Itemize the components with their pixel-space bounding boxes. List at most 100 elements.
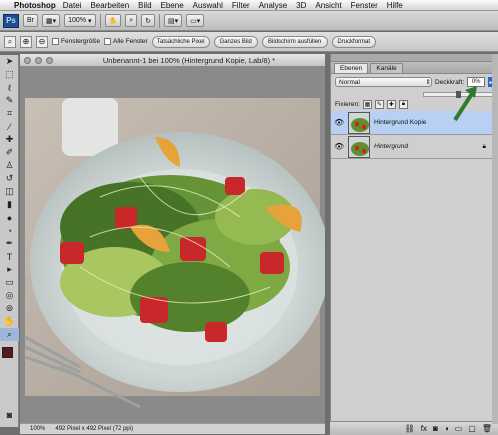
actual-pixels-button[interactable]: Tatsächliche Pixel	[151, 35, 210, 48]
resize-windows-checkbox[interactable]	[52, 37, 59, 45]
photoshop-logo: Ps	[3, 13, 19, 28]
zoom-tool-button[interactable]: ⌕	[125, 14, 138, 27]
screen-mode-icon: ▭▾	[190, 17, 201, 25]
panel-header	[331, 54, 498, 62]
layers-panel-footer: ⛓ fx ◙ ◑ ▭ ▢ 🗑︎	[330, 421, 498, 435]
status-zoom[interactable]: 100%	[30, 426, 45, 432]
all-windows-option[interactable]: Alle Fenster	[104, 37, 148, 45]
lock-position-icon[interactable]: ✚	[386, 100, 396, 109]
minimize-window-icon[interactable]	[35, 56, 42, 64]
color-swatches[interactable]	[0, 345, 18, 367]
new-group-icon[interactable]: ▭	[455, 424, 463, 433]
3d-orbit-tool-icon[interactable]: ⊚	[0, 302, 19, 315]
all-windows-checkbox[interactable]	[104, 37, 112, 45]
clone-stamp-tool-icon[interactable]: ♙	[0, 159, 19, 172]
hand-tool-icon[interactable]: ✋	[0, 315, 19, 328]
layer-mask-icon[interactable]: ◙	[433, 424, 438, 433]
layer-name[interactable]: Hintergrund Kopie	[374, 119, 426, 126]
lock-all-icon[interactable]: 🔒︎	[398, 100, 408, 109]
eraser-tool-icon[interactable]: ◫	[0, 185, 19, 198]
grid-icon: ▦▾	[46, 17, 57, 25]
quick-mask-icon[interactable]: ◙	[0, 408, 19, 421]
menu-bearbeiten[interactable]: Bearbeiten	[90, 1, 129, 10]
bridge-button[interactable]: Br	[23, 14, 38, 27]
tab-ebenen[interactable]: Ebenen	[334, 63, 369, 73]
menu-analyse[interactable]: Analyse	[259, 1, 287, 10]
tab-kanaele[interactable]: Kanäle	[370, 63, 403, 73]
marquee-tool-icon[interactable]: ⬚	[0, 68, 19, 81]
layer-thumbnail	[348, 135, 370, 158]
rotate-view-button[interactable]: ↻	[141, 14, 156, 27]
healing-brush-tool-icon[interactable]: ✚	[0, 133, 19, 146]
screen-mode-button[interactable]: ▭▾	[186, 14, 205, 27]
zoom-level-select[interactable]: 100% ▾	[64, 14, 96, 27]
lock-image-icon[interactable]: ✎	[374, 100, 384, 109]
layer-row-hintergrund[interactable]: 👁︎ Hintergrund 🔒︎	[331, 135, 498, 159]
close-window-icon[interactable]	[24, 56, 31, 64]
zoom-window-icon[interactable]	[46, 56, 53, 64]
application-bar: Ps Br ▦▾ 100% ▾ ✋ ⌕ ↻ ▤▾ ▭▾	[0, 11, 498, 31]
path-selection-tool-icon[interactable]: ▸	[0, 263, 19, 276]
canvas-area[interactable]	[20, 67, 330, 423]
arrange-icon: ▤▾	[168, 17, 179, 25]
link-layers-icon[interactable]: ⛓	[405, 424, 415, 433]
fit-screen-button[interactable]: Ganzes Bild	[213, 35, 258, 48]
resize-windows-option[interactable]: Fenstergröße	[52, 37, 101, 46]
history-brush-tool-icon[interactable]: ↺	[0, 172, 19, 185]
crop-tool-icon[interactable]: ⌗	[0, 107, 19, 120]
move-tool-icon[interactable]: ➤	[0, 55, 19, 68]
quick-selection-tool-icon[interactable]: ✎	[0, 94, 19, 107]
layer-thumbnail	[348, 111, 370, 134]
print-size-button[interactable]: Druckformat	[331, 35, 376, 48]
menu-app-name[interactable]: Photoshop	[14, 1, 56, 10]
salad-photo	[20, 67, 330, 423]
menu-fenster[interactable]: Fenster	[351, 1, 378, 10]
adjustment-layer-icon[interactable]: ◑	[444, 424, 449, 433]
lock-transparency-icon[interactable]: ▦	[362, 100, 372, 109]
new-layer-icon[interactable]: ▢	[468, 424, 476, 433]
menu-filter[interactable]: Filter	[232, 1, 250, 10]
menu-bild[interactable]: Bild	[138, 1, 151, 10]
eye-icon[interactable]: 👁︎	[334, 142, 344, 152]
zoom-tool-icon[interactable]: ⌕	[0, 328, 19, 341]
menu-ansicht[interactable]: Ansicht	[315, 1, 341, 10]
blur-tool-icon[interactable]: ●	[0, 211, 19, 224]
view-extras-button[interactable]: ▦▾	[42, 14, 61, 27]
type-tool-icon[interactable]: T	[0, 250, 19, 263]
fill-screen-button[interactable]: Bildschirm ausfüllen	[261, 35, 328, 48]
gradient-tool-icon[interactable]: ▮	[0, 198, 19, 211]
options-bar: ⌕ ⊕ ⊖ Fenstergröße Alle Fenster Tatsächl…	[0, 32, 498, 52]
status-info[interactable]: 492 Pixel x 492 Pixel (72 ppi)	[55, 426, 133, 432]
panel-scrollbar[interactable]	[492, 54, 498, 424]
menu-hilfe[interactable]: Hilfe	[387, 1, 403, 10]
resize-windows-label: Fenstergröße	[61, 38, 101, 46]
layers-panel: Ebenen Kanäle Normal⇕ Deckkraft: 0% ▸ Fi…	[330, 54, 498, 435]
brush-tool-icon[interactable]: ✐	[0, 146, 19, 159]
zoom-in-icon[interactable]: ⊕	[20, 35, 32, 48]
pen-tool-icon[interactable]: ✒	[0, 237, 19, 250]
menu-ebene[interactable]: Ebene	[161, 1, 184, 10]
menu-3d[interactable]: 3D	[296, 1, 306, 10]
layer-style-icon[interactable]: fx	[421, 424, 427, 433]
lasso-tool-icon[interactable]: ℓ	[0, 81, 19, 94]
menu-auswahl[interactable]: Auswahl	[193, 1, 223, 10]
eye-icon[interactable]: 👁︎	[334, 118, 344, 128]
3d-rotate-tool-icon[interactable]: ◎	[0, 289, 19, 302]
hand-tool-button[interactable]: ✋	[104, 14, 122, 27]
delete-layer-icon[interactable]: 🗑︎	[482, 424, 492, 433]
menu-datei[interactable]: Datei	[63, 1, 82, 10]
layer-name[interactable]: Hintergrund	[374, 143, 479, 150]
tool-preset-icon[interactable]: ⌕	[4, 35, 16, 48]
dodge-tool-icon[interactable]: ◔	[0, 224, 19, 237]
blend-mode-value: Normal	[339, 78, 360, 86]
menu-bar: Photoshop Datei Bearbeiten Bild Ebene Au…	[0, 0, 498, 11]
zoom-out-icon[interactable]: ⊖	[36, 35, 48, 48]
arrange-documents-button[interactable]: ▤▾	[164, 14, 183, 27]
panel-tabs: Ebenen Kanäle	[331, 62, 498, 74]
foreground-color-swatch[interactable]	[2, 347, 13, 358]
document-title-bar[interactable]: Unbenannt-1 bei 100% (Hintergrund Kopie,…	[20, 54, 325, 67]
eyedropper-tool-icon[interactable]: ⁄	[0, 120, 19, 133]
blend-mode-select[interactable]: Normal ⇕	[335, 77, 432, 87]
shape-tool-icon[interactable]: ▭	[0, 276, 19, 289]
toolbox: ➤ ⬚ ℓ ✎ ⌗ ⁄ ✚ ✐ ♙ ↺ ◫ ▮ ● ◔ ✒ T ▸ ▭ ◎ ⊚ …	[0, 55, 19, 427]
